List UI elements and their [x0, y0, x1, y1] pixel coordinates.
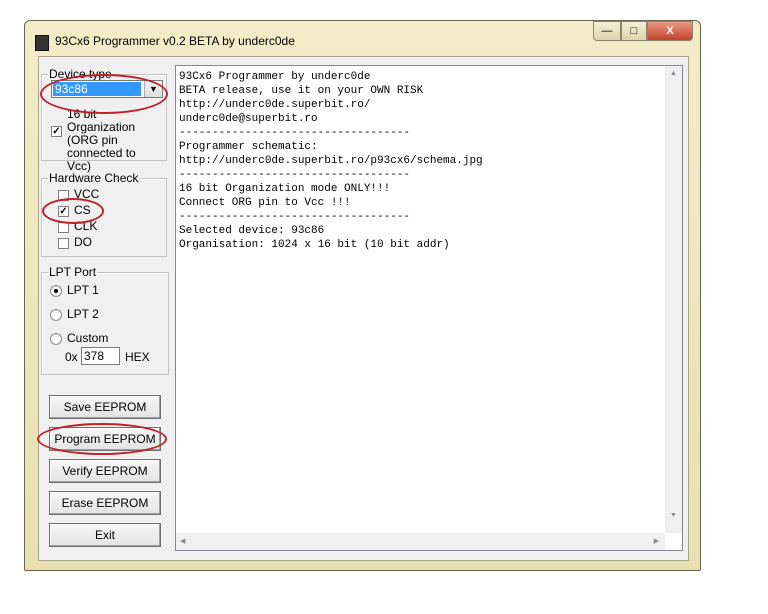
log-line: 93Cx6 Programmer by underc0de — [179, 71, 371, 83]
lpt2-radio[interactable] — [50, 309, 62, 321]
erase-eeprom-button[interactable]: Erase EEPROM — [49, 491, 161, 515]
program-eeprom-button[interactable]: Program EEPROM — [49, 427, 161, 451]
device-type-legend: Device type — [49, 67, 112, 81]
lpt-port-legend: LPT Port — [49, 265, 97, 279]
custom-label: Custom — [67, 331, 109, 345]
chevron-down-icon[interactable]: ▼ — [144, 81, 162, 97]
log-line: Selected device: 93c86 — [179, 225, 325, 237]
device-type-value: 93c86 — [53, 82, 141, 96]
lpt1-radio[interactable] — [50, 285, 62, 297]
log-line: ----------------------------------- — [179, 169, 411, 181]
close-button[interactable]: X — [647, 21, 693, 41]
clk-checkbox[interactable] — [58, 222, 69, 233]
custom-radio[interactable] — [50, 333, 62, 345]
do-checkbox[interactable] — [58, 238, 69, 249]
log-line: underc0de@superbit.ro — [179, 113, 318, 125]
scroll-down-icon[interactable]: ▼ — [670, 512, 677, 519]
org-checkbox[interactable]: ✓ — [51, 126, 62, 137]
vertical-scrollbar[interactable]: ▲ ▼ — [665, 66, 682, 533]
scroll-right-icon[interactable]: ▶ — [654, 537, 659, 545]
vcc-checkbox[interactable] — [58, 190, 69, 201]
device-type-select[interactable]: 93c86 ▼ — [51, 80, 163, 98]
log-text: 93Cx6 Programmer by underc0de BETA relea… — [179, 70, 483, 252]
log-line: Organisation: 1024 x 16 bit (10 bit addr… — [179, 239, 450, 251]
vcc-label: VCC — [74, 187, 100, 201]
org-checkbox-label: 16 bit Organization (ORG pin connected t… — [67, 107, 136, 173]
do-label: DO — [74, 235, 92, 249]
hardware-check-legend: Hardware Check — [49, 171, 139, 185]
lpt2-label: LPT 2 — [67, 307, 99, 321]
log-output[interactable]: 93Cx6 Programmer by underc0de BETA relea… — [175, 65, 683, 551]
app-window: 93Cx6 Programmer v0.2 BETA by underc0de … — [24, 20, 701, 571]
log-line: http://underc0de.superbit.ro/p93cx6/sche… — [179, 155, 483, 167]
client-area: Device type 93c86 ▼ ✓ 16 bit Organizatio… — [38, 56, 689, 561]
window-title: 93Cx6 Programmer v0.2 BETA by underc0de — [55, 34, 295, 48]
clk-label: CLK — [74, 219, 98, 233]
cs-checkbox[interactable]: ✓ — [58, 206, 69, 217]
app-icon — [35, 35, 49, 51]
log-line: ----------------------------------- — [179, 211, 411, 223]
cs-label: CS — [74, 203, 91, 217]
log-line: Programmer schematic: — [179, 141, 318, 153]
horizontal-scrollbar[interactable]: ◀ ▶ — [176, 533, 665, 550]
log-line: ----------------------------------- — [179, 127, 411, 139]
log-line: http://underc0de.superbit.ro/ — [179, 99, 371, 111]
lpt1-label: LPT 1 — [67, 283, 99, 297]
custom-address-input[interactable]: 378 — [81, 347, 120, 365]
verify-eeprom-button[interactable]: Verify EEPROM — [49, 459, 161, 483]
hex-prefix: 0x — [65, 350, 78, 364]
hex-suffix: HEX — [125, 350, 150, 364]
scroll-left-icon[interactable]: ◀ — [180, 537, 185, 545]
scroll-up-icon[interactable]: ▲ — [670, 70, 677, 77]
exit-button[interactable]: Exit — [49, 523, 161, 547]
minimize-button[interactable]: — — [593, 21, 621, 41]
save-eeprom-button[interactable]: Save EEPROM — [49, 395, 161, 419]
log-line: BETA release, use it on your OWN RISK — [179, 85, 424, 97]
log-line: Connect ORG pin to Vcc !!! — [179, 197, 351, 209]
log-line: 16 bit Organization mode ONLY!!! — [179, 183, 391, 195]
maximize-button[interactable]: □ — [621, 21, 647, 41]
